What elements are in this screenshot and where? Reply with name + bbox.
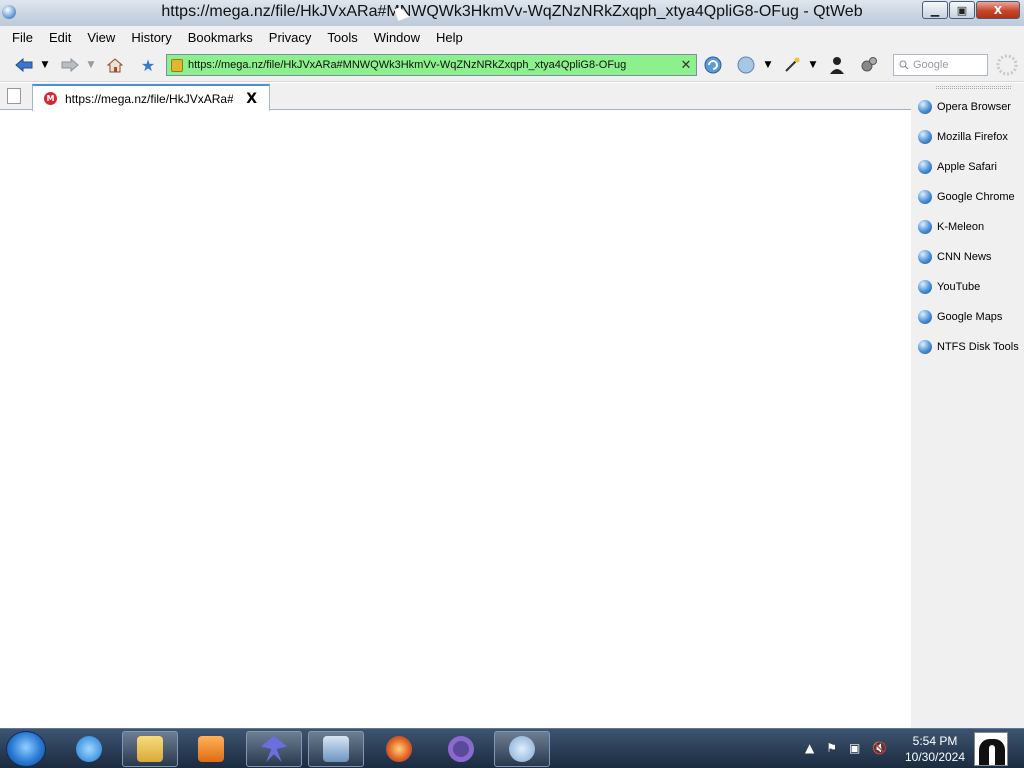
circle-app-icon[interactable] (433, 731, 489, 767)
sidebar-item-k-meleon[interactable]: K-Meleon (918, 217, 984, 237)
bookmark-star-icon[interactable]: ★ (138, 56, 158, 75)
taskbar-clock[interactable]: 5:54 PM 10/30/2024 (900, 733, 970, 765)
menu-view[interactable]: View (79, 30, 123, 45)
sidebar-item-firefox[interactable]: Mozilla Firefox (918, 127, 1008, 147)
sidebar-item-label: Mozilla Firefox (937, 131, 1008, 143)
tab-mega[interactable]: M https://mega.nz/file/HkJVxARa#... X (32, 84, 270, 111)
sidebar-item-cnn[interactable]: CNN News (918, 247, 991, 267)
search-field[interactable]: Google (893, 54, 988, 76)
system-tray: ▲ ⚑ ▣ 🔇 (805, 741, 899, 755)
forward-dropdown-icon[interactable]: ▼ (86, 56, 96, 74)
settings-gears-icon[interactable] (859, 56, 879, 74)
show-hidden-icons-icon[interactable]: ▲ (805, 741, 814, 755)
menu-privacy[interactable]: Privacy (261, 30, 320, 45)
sidebar-item-safari[interactable]: Apple Safari (918, 157, 997, 177)
menu-file[interactable]: File (4, 30, 41, 45)
lock-icon (171, 58, 183, 72)
sidebar-item-label: YouTube (937, 281, 981, 293)
avatar[interactable] (974, 732, 1008, 766)
globe-icon[interactable] (736, 56, 756, 74)
sidebar-item-label: NTFS Disk Tools (937, 341, 1019, 353)
search-placeholder: Google (913, 59, 949, 71)
tab-bar: M https://mega.nz/file/HkJVxARa#... X (0, 83, 911, 111)
globe-icon (918, 310, 932, 324)
forward-icon[interactable] (60, 56, 80, 74)
sidebar-grip[interactable] (936, 86, 1011, 89)
menu-help[interactable]: Help (428, 30, 471, 45)
address-bar[interactable]: https://mega.nz/file/HkJVxARa#MNWQWk3Hkm… (166, 54, 697, 76)
magic-wand-icon[interactable] (782, 56, 802, 74)
back-icon[interactable] (14, 56, 34, 74)
globe-icon (918, 130, 932, 144)
menu-window[interactable]: Window (366, 30, 428, 45)
sidebar-item-label: CNN News (937, 251, 992, 263)
control-panel-icon[interactable] (308, 731, 364, 767)
tab-close-icon[interactable]: X (246, 91, 257, 107)
progress-spinner-icon (995, 53, 1019, 77)
sidebar-item-label: Google Chrome (937, 191, 1015, 203)
maximize-button[interactable]: ▣ (949, 1, 975, 19)
globe-icon (918, 190, 932, 204)
navigation-toolbar: ▼ ▼ ★ https://mega.nz/file/HkJVxARa#MNWQ… (0, 48, 1024, 82)
sidebar-item-ntfs-disk-tools[interactable]: NTFS Disk Tools (918, 337, 1019, 357)
app-bird-icon[interactable] (246, 731, 302, 767)
globe-icon (918, 100, 932, 114)
action-center-flag-icon[interactable]: ⚑ (826, 741, 837, 755)
sidebar-item-label: K-Meleon (937, 221, 985, 233)
internet-explorer-icon[interactable] (61, 731, 117, 767)
menu-bookmarks[interactable]: Bookmarks (180, 30, 261, 45)
title-bar: https://mega.nz/file/HkJVxARa#MNWQWk3Hkm… (0, 0, 1024, 26)
file-explorer-icon[interactable] (122, 731, 178, 767)
menu-tools[interactable]: Tools (319, 30, 365, 45)
sidebar-item-youtube[interactable]: YouTube (918, 277, 980, 297)
page-content[interactable] (0, 111, 911, 728)
start-button[interactable] (6, 731, 46, 767)
close-button[interactable]: X (976, 1, 1020, 19)
browser-icon[interactable] (371, 731, 427, 767)
globe-icon (918, 280, 932, 294)
window-title: https://mega.nz/file/HkJVxARa#MNWQWk3Hkm… (161, 3, 863, 20)
globe-icon (918, 160, 932, 174)
clock-time: 5:54 PM (912, 734, 958, 748)
mega-favicon-icon: M (44, 92, 57, 105)
menu-edit[interactable]: Edit (41, 30, 79, 45)
privacy-agent-icon[interactable] (827, 56, 847, 74)
qtweb-icon[interactable] (494, 731, 550, 767)
media-player-icon[interactable] (183, 731, 239, 767)
back-dropdown-icon[interactable]: ▼ (40, 56, 50, 74)
minimize-button[interactable]: ▁ (922, 1, 948, 19)
globe-dropdown-icon[interactable]: ▼ (763, 56, 773, 74)
menu-bar: File Edit View History Bookmarks Privacy… (0, 26, 1024, 48)
sidebar-item-label: Google Maps (937, 311, 1003, 323)
window-controls: ▁ ▣ X (921, 1, 1020, 19)
menu-history[interactable]: History (123, 30, 179, 45)
volume-muted-icon[interactable]: 🔇 (872, 741, 887, 755)
wand-dropdown-icon[interactable]: ▼ (808, 56, 818, 74)
globe-icon (918, 220, 932, 234)
clear-url-icon[interactable]: ✕ (679, 58, 693, 73)
reload-icon[interactable] (703, 56, 723, 74)
sidebar-item-chrome[interactable]: Google Chrome (918, 187, 1015, 207)
bookmarks-sidebar: Opera Browser Mozilla Firefox Apple Safa… (911, 83, 1024, 728)
sidebar-item-opera[interactable]: Opera Browser (918, 97, 1011, 117)
sidebar-item-google-maps[interactable]: Google Maps (918, 307, 1002, 327)
tab-title: https://mega.nz/file/HkJVxARa#... (65, 91, 233, 106)
clock-date: 10/30/2024 (904, 750, 966, 764)
sidebar-item-label: Apple Safari (937, 161, 997, 173)
sidebar-item-label: Opera Browser (937, 101, 1011, 113)
search-icon (899, 60, 909, 70)
new-tab-icon[interactable] (7, 88, 21, 104)
home-icon[interactable] (105, 56, 125, 74)
taskbar: ▲ ⚑ ▣ 🔇 5:54 PM 10/30/2024 (0, 728, 1024, 768)
globe-icon (918, 250, 932, 264)
globe-icon (918, 340, 932, 354)
address-input[interactable]: https://mega.nz/file/HkJVxARa#MNWQWk3Hkm… (188, 59, 679, 71)
network-icon[interactable]: ▣ (849, 741, 860, 755)
